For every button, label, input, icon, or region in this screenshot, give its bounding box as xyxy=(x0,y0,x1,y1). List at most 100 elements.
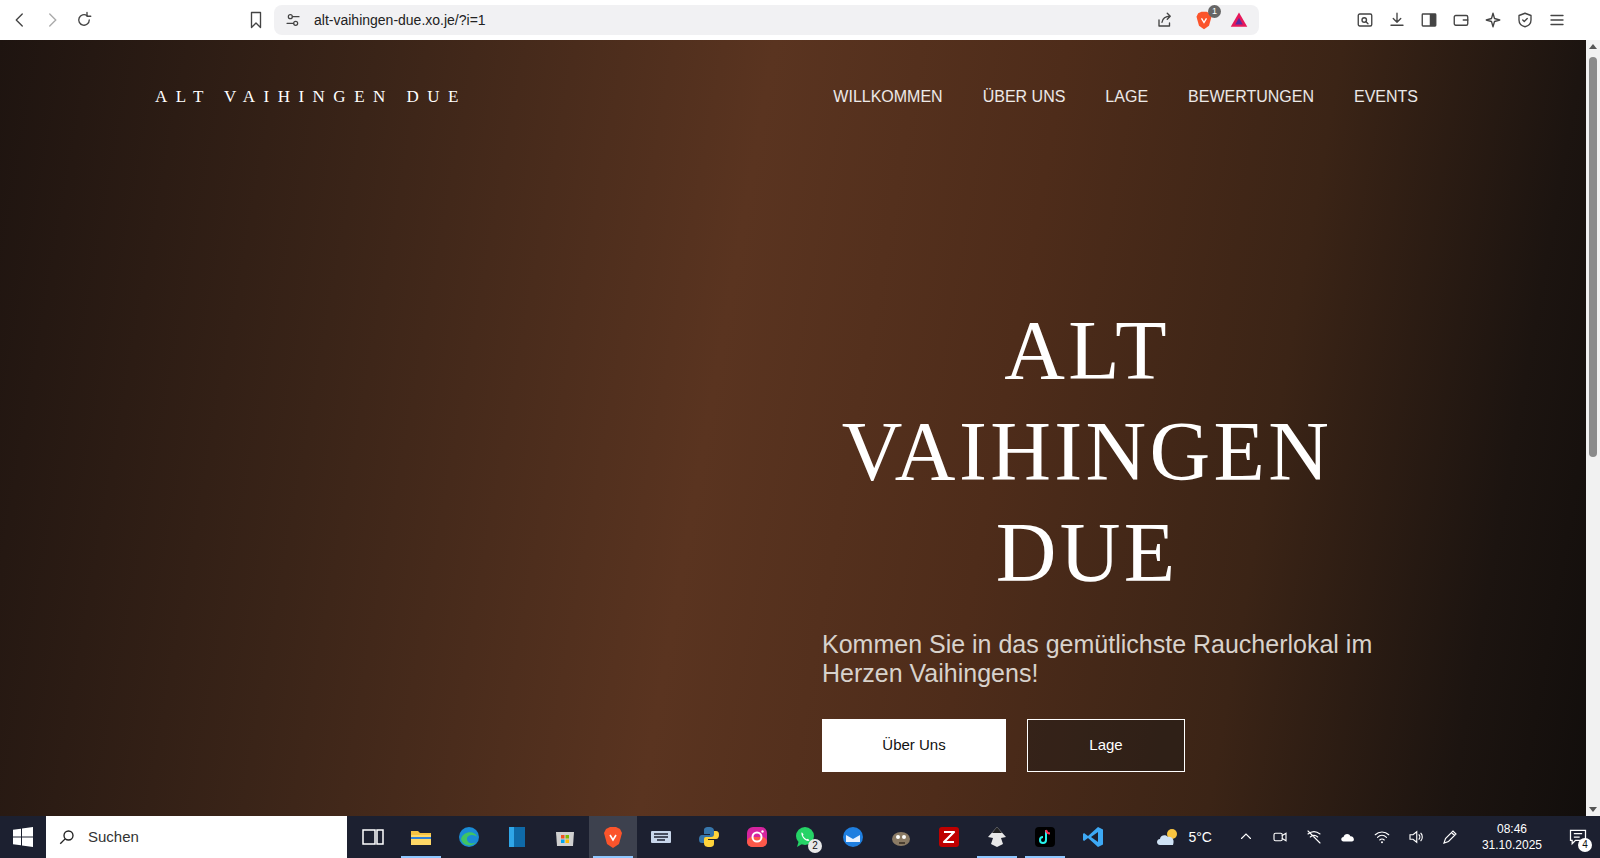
forward-icon[interactable] xyxy=(42,10,62,30)
hero-title-line: DUE xyxy=(996,502,1179,603)
onedrive-icon[interactable] xyxy=(1338,827,1358,847)
main-nav: WILLKOMMEN ÜBER UNS LAGE BEWERTUNGEN EVENTS xyxy=(833,85,1418,109)
scroll-down-icon[interactable] xyxy=(1589,807,1597,812)
notification-center-button[interactable]: 4 xyxy=(1556,816,1600,858)
show-hidden-icon[interactable] xyxy=(1236,827,1256,847)
system-tray xyxy=(1236,816,1460,858)
taskbar-item[interactable] xyxy=(637,816,685,858)
reload-icon[interactable] xyxy=(74,10,94,30)
filezilla-icon xyxy=(937,825,961,849)
sidebar-icon[interactable] xyxy=(1419,10,1439,30)
taskbar-clock[interactable]: 08:4631.10.2025 xyxy=(1476,816,1548,858)
windows-logo-icon xyxy=(13,827,33,847)
taskbar-item[interactable]: 2 xyxy=(781,816,829,858)
taskbar-item[interactable] xyxy=(445,816,493,858)
nav-link[interactable]: ÜBER UNS xyxy=(983,85,1066,109)
scrollbar[interactable] xyxy=(1586,40,1600,816)
tiktok-icon xyxy=(1033,825,1057,849)
brave-icon xyxy=(601,825,625,849)
button-label: Lage xyxy=(1089,734,1122,757)
scrollbar-thumb[interactable] xyxy=(1589,57,1597,457)
about-button[interactable]: Über Uns xyxy=(822,719,1006,772)
meet-icon[interactable] xyxy=(1270,827,1290,847)
nav-link[interactable]: EVENTS xyxy=(1354,85,1418,109)
taskbar-item[interactable] xyxy=(877,816,925,858)
search-placeholder: Suchen xyxy=(88,826,139,849)
taskbar-apps: 2 xyxy=(349,816,1117,858)
hero-subtitle: Kommen Sie in das gemütlichste Raucherlo… xyxy=(822,630,1422,688)
back-icon[interactable] xyxy=(10,10,30,30)
gimp-icon xyxy=(889,825,913,849)
shields-badge: 1 xyxy=(1208,5,1221,18)
hero-title-line: ALT xyxy=(1004,300,1170,401)
scroll-up-icon[interactable] xyxy=(1589,44,1597,49)
inkscape-icon xyxy=(985,825,1009,849)
taskbar-item[interactable] xyxy=(685,816,733,858)
search-icon xyxy=(58,828,76,846)
hero-content: ALTVAIHINGENDUE Kommen Sie in das gemütli… xyxy=(822,300,1586,772)
notification-badge: 4 xyxy=(1578,838,1592,852)
nav-link[interactable]: BEWERTUNGEN xyxy=(1188,85,1314,109)
share-icon[interactable] xyxy=(1155,10,1175,30)
taskbar-item[interactable] xyxy=(589,816,637,858)
hero-title-line: VAIHINGEN xyxy=(842,401,1333,502)
url-text[interactable]: alt-vaihingen-due.xo.je/?i=1 xyxy=(314,10,486,31)
weather-widget[interactable]: 5°C xyxy=(1146,816,1220,858)
taskbar-item[interactable] xyxy=(829,816,877,858)
clock-time: 08:46 xyxy=(1497,821,1527,837)
volume-icon[interactable] xyxy=(1406,827,1426,847)
wifi-icon[interactable] xyxy=(1372,827,1392,847)
taskbar-item[interactable] xyxy=(973,816,1021,858)
browser-toolbar: alt-vaihingen-due.xo.je/?i=1 1 xyxy=(0,0,1600,40)
blue-app-icon xyxy=(505,825,529,849)
cloud-sun-icon xyxy=(1154,827,1182,847)
edge-icon xyxy=(457,825,481,849)
thunderbird-icon xyxy=(841,825,865,849)
rewards-icon[interactable] xyxy=(1229,10,1249,30)
taskbar: Suchen 2 5°C 08:4631.10.2025 4 xyxy=(0,816,1600,858)
vpn-shield-icon[interactable] xyxy=(1515,10,1535,30)
taskbar-item[interactable] xyxy=(925,816,973,858)
toolbar-actions xyxy=(1355,10,1567,30)
download-icon[interactable] xyxy=(1387,10,1407,30)
brave-shields-button[interactable]: 1 xyxy=(1193,9,1215,31)
address-bar[interactable]: alt-vaihingen-due.xo.je/?i=1 1 xyxy=(274,5,1259,35)
pen-icon[interactable] xyxy=(1440,827,1460,847)
nav-link[interactable]: WILLKOMMEN xyxy=(833,85,942,109)
hero-buttons: Über Uns Lage xyxy=(822,719,1586,772)
start-button[interactable] xyxy=(0,816,46,858)
menu-icon[interactable] xyxy=(1547,10,1567,30)
taskbar-item[interactable] xyxy=(541,816,589,858)
taskbar-item[interactable] xyxy=(1069,816,1117,858)
bookmark-icon[interactable] xyxy=(246,10,266,30)
running-indicator xyxy=(1025,856,1065,858)
leo-ai-icon[interactable] xyxy=(1483,10,1503,30)
store-icon xyxy=(553,825,577,849)
task-view-icon xyxy=(361,825,385,849)
instagram-icon xyxy=(745,825,769,849)
python-icon xyxy=(697,825,721,849)
clock-date: 31.10.2025 xyxy=(1482,837,1542,853)
running-indicator xyxy=(593,856,633,858)
hero-section: ALT VAIHINGEN DUE WILLKOMMEN ÜBER UNS LAGE B… xyxy=(0,40,1586,816)
network-icon[interactable] xyxy=(1304,827,1324,847)
file-explorer-icon xyxy=(409,825,433,849)
taskbar-search[interactable]: Suchen xyxy=(46,816,347,858)
taskbar-item[interactable] xyxy=(1021,816,1069,858)
taskbar-item[interactable] xyxy=(397,816,445,858)
site-logo[interactable]: ALT VAIHINGEN DUE xyxy=(155,84,467,110)
reader-mode-icon[interactable] xyxy=(1355,10,1375,30)
location-button[interactable]: Lage xyxy=(1027,719,1185,772)
vscode-icon xyxy=(1081,825,1105,849)
site-header: ALT VAIHINGEN DUE WILLKOMMEN ÜBER UNS LAGE B… xyxy=(0,40,1586,110)
site-info-icon[interactable] xyxy=(284,11,302,29)
taskbar-item[interactable] xyxy=(349,816,397,858)
keyboard-icon xyxy=(649,825,673,849)
wallet-icon[interactable] xyxy=(1451,10,1471,30)
taskbar-item[interactable] xyxy=(733,816,781,858)
nav-link[interactable]: LAGE xyxy=(1105,85,1148,109)
hero-title: ALTVAIHINGENDUE xyxy=(822,300,1352,603)
taskbar-item[interactable] xyxy=(493,816,541,858)
button-label: Über Uns xyxy=(882,734,945,757)
running-indicator xyxy=(401,856,441,858)
